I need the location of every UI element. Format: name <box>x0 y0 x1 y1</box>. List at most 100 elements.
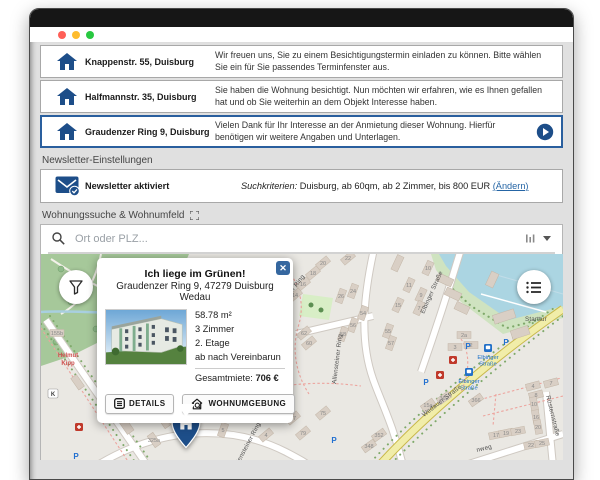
maximize-window-button[interactable] <box>86 31 94 39</box>
map-house-number: 7 <box>549 381 552 387</box>
map-house-number: 79 <box>300 431 306 437</box>
map-house-number: 54 <box>360 311 366 317</box>
details-button[interactable]: DETAILS <box>105 394 174 414</box>
map-house-number: 57 <box>388 341 394 347</box>
app-window: Knappenstr. 55, Duisburg Wir freuen uns,… <box>29 8 574 480</box>
map-house-number: 8 <box>534 393 537 399</box>
newsletter-section-title: Newsletter-Einstellungen <box>42 155 563 166</box>
house-icon <box>49 123 85 140</box>
notification-row-graudenzer[interactable]: Graudenzer Ring 9, Duisburg Vielen Dank … <box>40 115 563 148</box>
parking-icon: P <box>465 342 471 351</box>
map-house-number: 56 <box>350 323 356 329</box>
surroundings-button-label: WOHNUMGEBUNG <box>208 399 286 408</box>
map-house-number: 10 <box>425 266 431 272</box>
map-house-number: 60 <box>306 341 312 347</box>
notification-address: Knappenstr. 55, Duisburg <box>85 57 215 67</box>
map-house-number: 4 <box>531 384 534 390</box>
window-toolbar <box>30 27 573 42</box>
notification-message: Wir freuen uns, Sie zu einem Besichtigun… <box>215 50 554 73</box>
parking-icon: P <box>331 436 337 445</box>
parking-icon: P <box>73 452 79 460</box>
map-house-number: 55 <box>385 329 391 335</box>
listing-specs: 58.78 m² 3 Zimmer 2. Etage ab nach Verei… <box>195 309 285 386</box>
map-house-number: 26 <box>338 294 344 300</box>
listing-rooms: 3 Zimmer <box>195 323 285 337</box>
map-house-number: 9 <box>419 293 422 299</box>
map-house-number: 20 <box>320 261 326 267</box>
list-icon <box>526 281 542 294</box>
housing-search-panel: 2220181614242654565862605557119151072a23… <box>40 224 563 460</box>
minimize-window-button[interactable] <box>72 31 80 39</box>
poi-label: Helmut <box>58 353 78 359</box>
rent-value: 706 € <box>255 373 278 383</box>
popup-close-button[interactable]: ✕ <box>276 261 290 275</box>
filter-funnel-icon <box>68 279 84 295</box>
expand-icon[interactable] <box>190 211 199 220</box>
criteria-prefix: Suchkriterien: <box>241 181 297 191</box>
transit-stop-label: Straße <box>460 386 477 392</box>
transit-stop-label: Elbinger <box>477 355 498 361</box>
newsletter-status: Newsletter aktiviert <box>85 181 215 191</box>
listing-rent: Gesamtmiete: 706 € <box>195 368 285 386</box>
filter-button[interactable] <box>59 270 93 304</box>
notification-message: Sie haben die Wohnung besichtigt. Nun mö… <box>215 85 554 108</box>
popup-title: Ich liege im Grünen! <box>103 268 287 280</box>
notification-message: Vielen Dank für Ihr Interesse an der Anm… <box>215 120 536 143</box>
transit-stop-label: Straße <box>479 362 496 368</box>
newsletter-criteria: Suchkriterien: Duisburg, ab 60qm, ab 2 Z… <box>215 181 554 191</box>
map-house-number: 15 <box>395 303 401 309</box>
map-house-number: 19 <box>503 431 509 437</box>
map[interactable]: 2220181614242654565862605557119151072a23… <box>41 254 563 460</box>
map-house-number: 3 <box>453 345 456 351</box>
map-house-number: 62 <box>301 331 307 337</box>
newsletter-envelope-icon <box>49 176 85 197</box>
surroundings-button[interactable]: WOHNUMGEBUNG <box>182 394 295 414</box>
map-house-number: 16 <box>533 415 539 421</box>
arrow-right-icon <box>536 123 554 141</box>
kindergarten-label: K <box>51 392 56 398</box>
map-house-number: 22 <box>345 256 351 262</box>
map-house-number: 366 <box>471 398 480 404</box>
map-house-number: 24 <box>350 289 356 295</box>
criteria-text: Duisburg, ab 60qm, ab 2 Zimmer, bis 800 … <box>297 181 493 191</box>
map-house-number: 4 <box>264 433 267 439</box>
listing-floor: 2. Etage <box>195 337 285 351</box>
notification-row-halfmannstr[interactable]: Halfmannstr. 35, Duisburg Sie haben die … <box>40 80 563 113</box>
map-house-number: 10 <box>531 402 537 408</box>
notification-row-knappenstr[interactable]: Knappenstr. 55, Duisburg Wir freuen uns,… <box>40 45 563 78</box>
map-house-number: 325a <box>148 438 161 444</box>
map-options-icon[interactable] <box>526 234 535 243</box>
map-house-number: 22 <box>528 443 534 449</box>
transit-stop-label: Elbinger <box>458 379 479 385</box>
map-house-number: 25 <box>539 441 545 447</box>
listing-photo <box>105 309 187 365</box>
map-house-number: 352 <box>374 433 383 439</box>
map-house-number: 75 <box>320 411 326 417</box>
listing-availability: ab nach Vereinbarun <box>195 351 285 365</box>
map-house-number: 18 <box>310 271 316 277</box>
parking-icon: P <box>503 338 509 347</box>
search-input[interactable] <box>73 232 518 246</box>
map-house-number: 11 <box>406 283 412 289</box>
rent-label: Gesamtmiete: <box>195 373 255 383</box>
notification-address: Halfmannstr. 35, Duisburg <box>85 92 215 102</box>
map-house-number: 348 <box>364 444 373 450</box>
dropdown-caret-icon[interactable] <box>543 236 551 241</box>
map-house-number: 17 <box>493 433 499 439</box>
parking-icon: P <box>423 378 429 387</box>
map-house-number: 20 <box>535 425 541 431</box>
street-label: Starttur <box>525 316 547 323</box>
listing-area: 58.78 m² <box>195 309 285 323</box>
map-house-number: 155b <box>51 331 63 337</box>
details-list-icon <box>114 398 125 409</box>
popup-address: Graudenzer Ring 9, 47279 Duisburg Wedau <box>101 281 289 303</box>
housing-search-title: Wohnungssuche & Wohnumfeld <box>42 210 185 221</box>
search-icon <box>52 232 65 245</box>
house-icon <box>49 53 85 70</box>
page-content: Knappenstr. 55, Duisburg Wir freuen uns,… <box>30 42 573 480</box>
change-criteria-link[interactable]: (Ändern) <box>493 181 529 191</box>
close-window-button[interactable] <box>58 31 66 39</box>
open-notification-button[interactable] <box>536 123 554 141</box>
map-house-number: 23 <box>515 429 521 435</box>
results-list-button[interactable] <box>517 270 551 304</box>
